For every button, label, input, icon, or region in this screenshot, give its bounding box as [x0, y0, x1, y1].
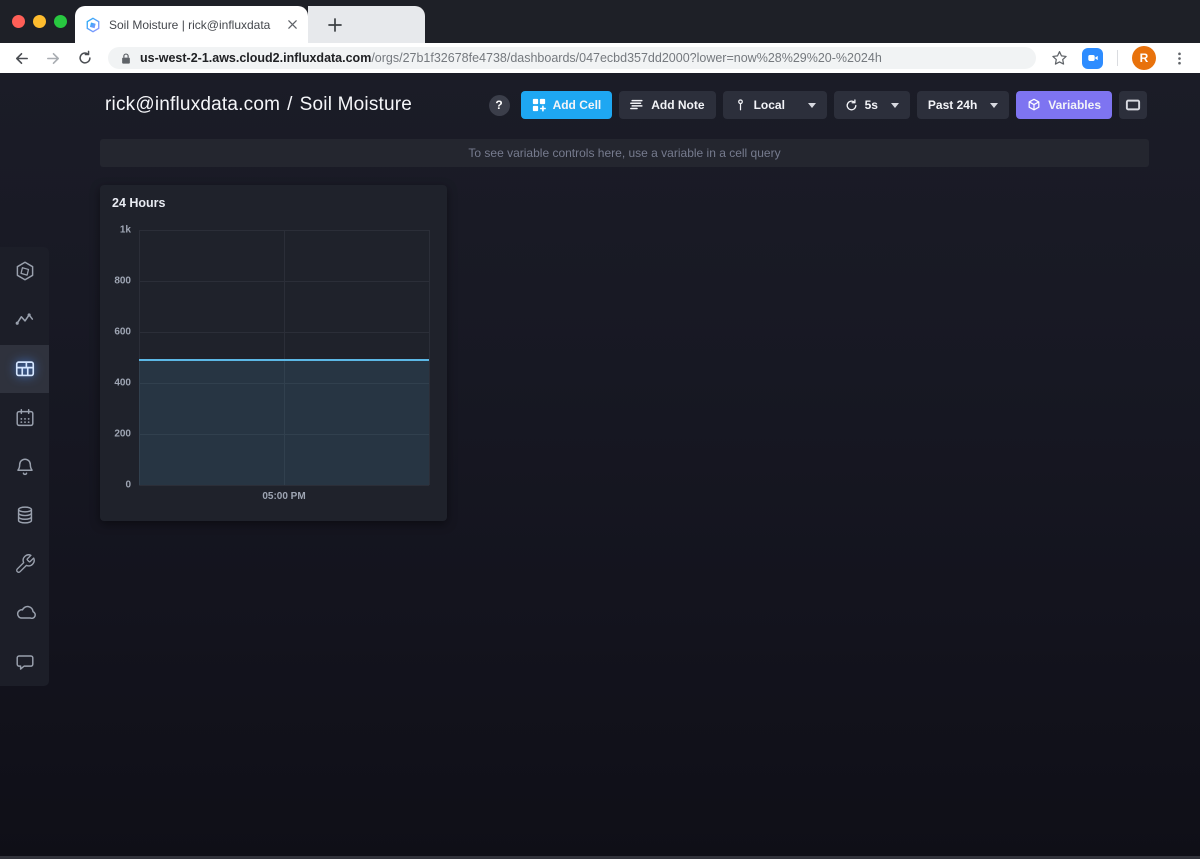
y-axis-tick-label: 200 — [114, 429, 131, 440]
series-area-fill — [139, 360, 429, 485]
y-axis-tick-label: 800 — [114, 276, 131, 287]
video-camera-icon — [1087, 52, 1099, 64]
reload-icon — [77, 50, 93, 66]
browser-extension-button[interactable] — [1082, 48, 1103, 69]
x-axis-tick-label: 05:00 PM — [262, 491, 305, 502]
timezone-label: Local — [754, 98, 795, 112]
chart-y-axis: 1k8006004002000 — [100, 230, 133, 485]
settings-wrench-icon — [14, 553, 36, 575]
help-button[interactable]: ? — [489, 95, 510, 116]
sidebar-item-data-explorer[interactable] — [0, 296, 49, 345]
refresh-interval-dropdown[interactable]: 5s — [834, 91, 910, 119]
add-cell-label: Add Cell — [553, 98, 602, 112]
plus-icon — [328, 18, 342, 32]
data-explorer-graph-icon — [14, 309, 36, 331]
presentation-mode-button[interactable] — [1119, 91, 1147, 119]
page-title: rick@influxdata.com / Soil Moisture — [105, 94, 412, 116]
nav-sidebar — [0, 247, 49, 686]
time-range-label: Past 24h — [928, 98, 977, 112]
influxdb-logo-icon — [14, 260, 36, 282]
cell-title[interactable]: 24 Hours — [112, 196, 166, 210]
breadcrumb-user: rick@influxdata.com — [105, 94, 280, 115]
pin-icon — [734, 98, 747, 112]
dashboard-header: rick@influxdata.com / Soil Moisture ? Add … — [0, 73, 1200, 137]
browser-profile-avatar[interactable]: R — [1132, 46, 1156, 70]
chart: 1k8006004002000 05:00 PM — [100, 230, 447, 510]
lock-icon — [120, 52, 132, 65]
star-icon — [1051, 50, 1068, 67]
bookmark-button[interactable] — [1050, 49, 1068, 67]
y-axis-tick-label: 1k — [120, 225, 131, 236]
address-bar[interactable]: us-west-2-1.aws.cloud2.influxdata.com/or… — [108, 47, 1036, 69]
tab-title: Soil Moisture | rick@influxdata — [109, 18, 279, 32]
influxdb-favicon-icon — [85, 17, 101, 33]
influxdb-app: rick@influxdata.com / Soil Moisture ? Add … — [0, 73, 1200, 859]
add-note-label: Add Note — [651, 98, 704, 112]
y-axis-tick-label: 600 — [114, 327, 131, 338]
dashboard-cell: 24 Hours 1k 800 600 400 200 0 05:00 PM — [100, 185, 447, 521]
load-data-database-icon — [14, 504, 36, 526]
variables-toggle-button[interactable]: Variables — [1016, 91, 1112, 119]
y-axis-tick-label: 0 — [125, 480, 131, 491]
dashboards-icon — [14, 358, 36, 380]
sidebar-item-tasks[interactable] — [0, 393, 49, 442]
variables-message-bar: To see variable controls here, use a var… — [100, 139, 1149, 167]
dashboard-toolbar: ? Add Cell Add Note — [489, 91, 1147, 119]
url-domain: us-west-2-1.aws.cloud2.influxdata.com — [140, 51, 371, 65]
zoom-window-button[interactable] — [54, 15, 67, 28]
add-cell-grid-icon — [532, 98, 546, 112]
sidebar-item-home[interactable] — [0, 247, 49, 296]
sidebar-item-dashboards[interactable] — [0, 345, 49, 394]
presentation-frame-icon — [1125, 98, 1141, 112]
variables-label: Variables — [1048, 98, 1101, 112]
sidebar-item-usage[interactable] — [0, 588, 49, 637]
browser-toolbar: us-west-2-1.aws.cloud2.influxdata.com/or… — [0, 43, 1200, 73]
browser-tab[interactable]: Soil Moisture | rick@influxdata — [75, 6, 308, 43]
new-tab-area — [308, 6, 425, 43]
tab-close-icon[interactable] — [287, 19, 298, 30]
sidebar-item-settings[interactable] — [0, 540, 49, 589]
gridline — [429, 230, 430, 485]
tasks-calendar-icon — [14, 407, 36, 429]
forward-button[interactable] — [44, 49, 62, 67]
back-button[interactable] — [12, 49, 30, 67]
toolbar-divider — [1117, 50, 1118, 66]
forward-arrow-icon — [45, 50, 62, 67]
back-arrow-icon — [13, 50, 30, 67]
feedback-chat-icon — [14, 651, 36, 673]
sidebar-item-load-data[interactable] — [0, 491, 49, 540]
browser-menu-button[interactable] — [1170, 49, 1188, 67]
kebab-menu-icon — [1172, 51, 1187, 66]
usage-cloud-icon — [14, 602, 36, 624]
note-lines-icon — [630, 98, 644, 112]
series-line — [139, 359, 429, 361]
reload-button[interactable] — [76, 49, 94, 67]
chevron-down-icon — [990, 103, 998, 108]
close-window-button[interactable] — [12, 15, 25, 28]
minimize-window-button[interactable] — [33, 15, 46, 28]
chevron-down-icon — [891, 103, 899, 108]
add-cell-button[interactable]: Add Cell — [521, 91, 613, 119]
url-text: us-west-2-1.aws.cloud2.influxdata.com/or… — [140, 51, 882, 65]
add-note-button[interactable]: Add Note — [619, 91, 715, 119]
breadcrumb-page: Soil Moisture — [300, 94, 412, 115]
chevron-down-icon — [808, 103, 816, 108]
browser-tab-strip: Soil Moisture | rick@influxdata — [0, 0, 1200, 43]
url-path: /orgs/27b1f32678fe4738/dashboards/047ecb… — [371, 51, 881, 65]
timezone-dropdown[interactable]: Local — [723, 91, 827, 119]
sidebar-item-feedback[interactable] — [0, 637, 49, 686]
refresh-icon — [845, 99, 858, 112]
variables-message: To see variable controls here, use a var… — [468, 146, 780, 160]
time-range-dropdown[interactable]: Past 24h — [917, 91, 1009, 119]
refresh-interval-label: 5s — [865, 98, 878, 112]
cube-icon — [1027, 98, 1041, 112]
window-controls — [12, 15, 67, 28]
chart-plot: 05:00 PM — [139, 230, 429, 485]
sidebar-item-alerts[interactable] — [0, 442, 49, 491]
new-tab-button[interactable] — [321, 11, 349, 39]
gridline — [139, 485, 429, 486]
breadcrumb-separator: / — [287, 94, 292, 115]
y-axis-tick-label: 400 — [114, 378, 131, 389]
alerts-bell-icon — [14, 456, 36, 478]
